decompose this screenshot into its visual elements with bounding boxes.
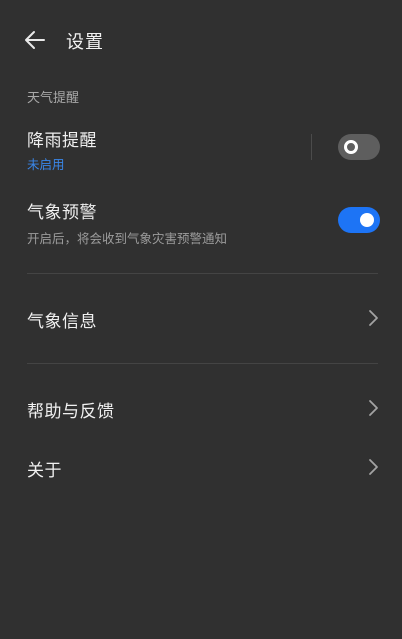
chevron-right-icon [369,310,378,326]
weather-warning-description: 开启后，将会收到气象灾害预警通知 [27,231,228,246]
divider [27,273,378,274]
chevron-right-icon [369,459,378,475]
vertical-divider [311,134,312,160]
page-title: 设置 [66,32,104,53]
weather-warning-label: 气象预警 [27,203,97,223]
rain-reminder-toggle[interactable] [338,134,380,160]
header-bar: 设置 [0,0,402,80]
toggle-knob [360,213,374,227]
help-feedback-row[interactable]: 帮助与反馈 [0,382,402,434]
back-button[interactable] [20,26,52,54]
rain-reminder-status: 未启用 [27,157,65,172]
toggle-knob [344,140,358,154]
weather-info-row[interactable]: 气象信息 [0,292,402,344]
chevron-right-icon [369,400,378,416]
help-feedback-label: 帮助与反馈 [27,402,115,422]
about-row[interactable]: 关于 [0,441,402,493]
arrow-left-icon [25,31,45,49]
settings-screen: 设置 天气提醒 降雨提醒 未启用 气象预警 开启后，将会收到气象灾害预警通知 气… [0,0,402,639]
rain-reminder-label: 降雨提醒 [27,131,97,151]
weather-warning-toggle[interactable] [338,207,380,233]
weather-info-label: 气象信息 [27,312,97,332]
section-title-weather-alerts: 天气提醒 [27,91,80,106]
about-label: 关于 [27,461,62,481]
divider [27,363,378,364]
